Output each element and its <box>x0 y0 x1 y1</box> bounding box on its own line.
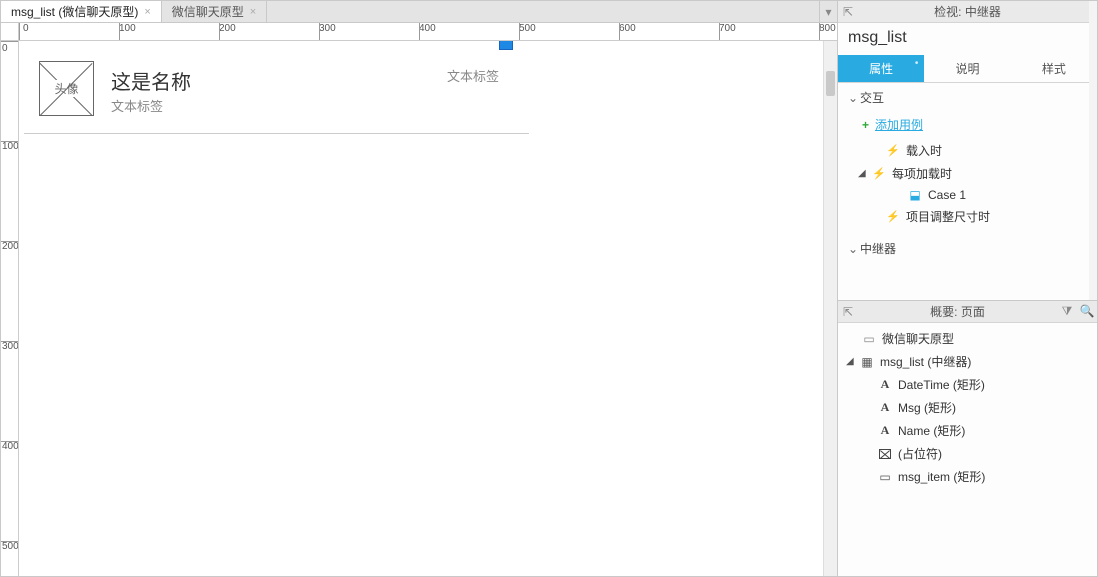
selected-object-name[interactable]: msg_list <box>838 23 1097 55</box>
horizontal-ruler[interactable]: 0 100 200 300 400 500 600 700 800 <box>1 23 837 41</box>
editor-main: msg_list (微信聊天原型) × 微信聊天原型 × ▾ 0 100 200… <box>1 1 837 576</box>
canvas-scrollbar[interactable] <box>823 41 837 576</box>
filter-icon[interactable]: ⧩ <box>1057 304 1077 319</box>
right-panels: ⇱ 检视: 中继器 msg_list 属性• 说明 样式 ⌄ 交互 + 添加 <box>837 1 1097 576</box>
tab-label: msg_list (微信聊天原型) <box>11 3 138 20</box>
text-icon <box>876 377 894 392</box>
outline-tree: 微信聊天原型 ◢ msg_list (中继器) DateTime (矩形) Ms… <box>838 323 1097 576</box>
repeater-icon <box>858 355 876 369</box>
tab-label: 微信聊天原型 <box>172 3 244 20</box>
app-root: msg_list (微信聊天原型) × 微信聊天原型 × ▾ 0 100 200… <box>0 0 1098 577</box>
ruler-v-label: 400 <box>2 441 19 452</box>
ruler-h-label: 500 <box>519 23 536 34</box>
document-tabs: msg_list (微信聊天原型) × 微信聊天原型 × ▾ <box>1 1 837 23</box>
rect-icon <box>876 470 894 484</box>
outline-header: ⇱ 概要: 页面 ⧩ 🔍 <box>838 301 1097 323</box>
event-icon <box>884 144 902 157</box>
section-interactions-header[interactable]: ⌄ 交互 <box>838 83 1097 112</box>
section-repeater-header[interactable]: ⌄ 中继器 <box>838 234 1097 263</box>
widget-name-text[interactable]: 这是名称 <box>111 66 191 95</box>
tab-menu-dropdown[interactable]: ▾ <box>819 1 837 22</box>
page-icon <box>860 332 878 346</box>
tab-msg-list[interactable]: msg_list (微信聊天原型) × <box>1 1 162 22</box>
collapse-icon[interactable]: ⇱ <box>838 305 858 319</box>
widget-avatar-placeholder[interactable]: 头像 <box>39 61 94 116</box>
placeholder-icon <box>879 449 891 459</box>
event-item-load[interactable]: ◢ 每项加载时 <box>838 162 1097 185</box>
inspector-header: ⇱ 检视: 中继器 <box>838 1 1097 23</box>
ruler-corner <box>1 23 19 41</box>
editor-body: 0 100 200 300 400 500 头像 <box>1 41 837 576</box>
close-icon[interactable]: × <box>144 6 150 18</box>
plus-icon: + <box>862 118 869 132</box>
case-icon <box>906 188 924 202</box>
ruler-h-label: 600 <box>619 23 636 34</box>
canvas[interactable]: 头像 这是名称 文本标签 文本标签 <box>19 41 837 576</box>
scrollbar-thumb[interactable] <box>826 71 835 96</box>
ruler-h-label: 100 <box>119 23 136 34</box>
event-icon <box>870 167 888 180</box>
event-item-resize[interactable]: 项目调整尺寸时 <box>838 205 1097 228</box>
tab-notes[interactable]: 说明 <box>924 55 1010 82</box>
search-icon[interactable]: 🔍 <box>1077 304 1097 319</box>
close-icon[interactable]: × <box>250 6 256 18</box>
event-icon <box>884 210 902 223</box>
outline-title: 概要: 页面 <box>858 303 1057 320</box>
outline-panel: ⇱ 概要: 页面 ⧩ 🔍 微信聊天原型 ◢ msg_list (中继器) <box>838 301 1097 576</box>
tab-properties[interactable]: 属性• <box>838 55 924 82</box>
text-icon <box>876 423 894 438</box>
add-case-link[interactable]: + 添加用例 <box>838 112 1097 137</box>
widget-msg-item[interactable]: 头像 这是名称 文本标签 文本标签 <box>29 56 509 126</box>
vertical-ruler[interactable]: 0 100 200 300 400 500 <box>1 41 19 576</box>
section-interactions: ⌄ 交互 + 添加用例 载入时 ◢ 每项加载时 <box>838 83 1097 234</box>
ruler-h-label: 0 <box>23 23 29 34</box>
outline-datetime[interactable]: DateTime (矩形) <box>838 373 1097 396</box>
ruler-h-label: 700 <box>719 23 736 34</box>
ruler-v-label: 0 <box>2 43 8 54</box>
outline-name[interactable]: Name (矩形) <box>838 419 1097 442</box>
inspector-tabs: 属性• 说明 样式 <box>838 55 1097 83</box>
tab-style[interactable]: 样式 <box>1011 55 1097 82</box>
ruler-v-label: 300 <box>2 341 19 352</box>
inspector-panel: ⇱ 检视: 中继器 msg_list 属性• 说明 样式 ⌄ 交互 + 添加 <box>838 1 1097 301</box>
outline-page[interactable]: 微信聊天原型 <box>838 327 1097 350</box>
widget-sub-text[interactable]: 文本标签 <box>111 96 163 115</box>
section-repeater: ⌄ 中继器 <box>838 234 1097 263</box>
ruler-h-label: 200 <box>219 23 236 34</box>
outline-repeater[interactable]: ◢ msg_list (中继器) <box>838 350 1097 373</box>
outline-msg[interactable]: Msg (矩形) <box>838 396 1097 419</box>
ruler-h-label: 800 <box>819 23 836 34</box>
widget-time-text[interactable]: 文本标签 <box>447 66 499 85</box>
ruler-v-label: 100 <box>2 141 19 152</box>
outline-msgitem[interactable]: msg_item (矩形) <box>838 465 1097 488</box>
inspector-title: 检视: 中继器 <box>858 3 1077 20</box>
tab-wechat-proto[interactable]: 微信聊天原型 × <box>162 1 267 22</box>
outline-placeholder[interactable]: (占位符) <box>838 442 1097 465</box>
ruler-h-label: 400 <box>419 23 436 34</box>
ruler-v-label: 200 <box>2 241 19 252</box>
collapse-icon[interactable]: ⇱ <box>838 5 858 19</box>
ruler-h-label: 300 <box>319 23 336 34</box>
event-case-1[interactable]: Case 1 <box>838 185 1097 205</box>
text-icon <box>876 400 894 415</box>
widget-divider[interactable] <box>24 133 529 134</box>
ruler-v-label: 500 <box>2 541 19 552</box>
event-onload[interactable]: 载入时 <box>838 139 1097 162</box>
avatar-label: 头像 <box>52 80 80 97</box>
